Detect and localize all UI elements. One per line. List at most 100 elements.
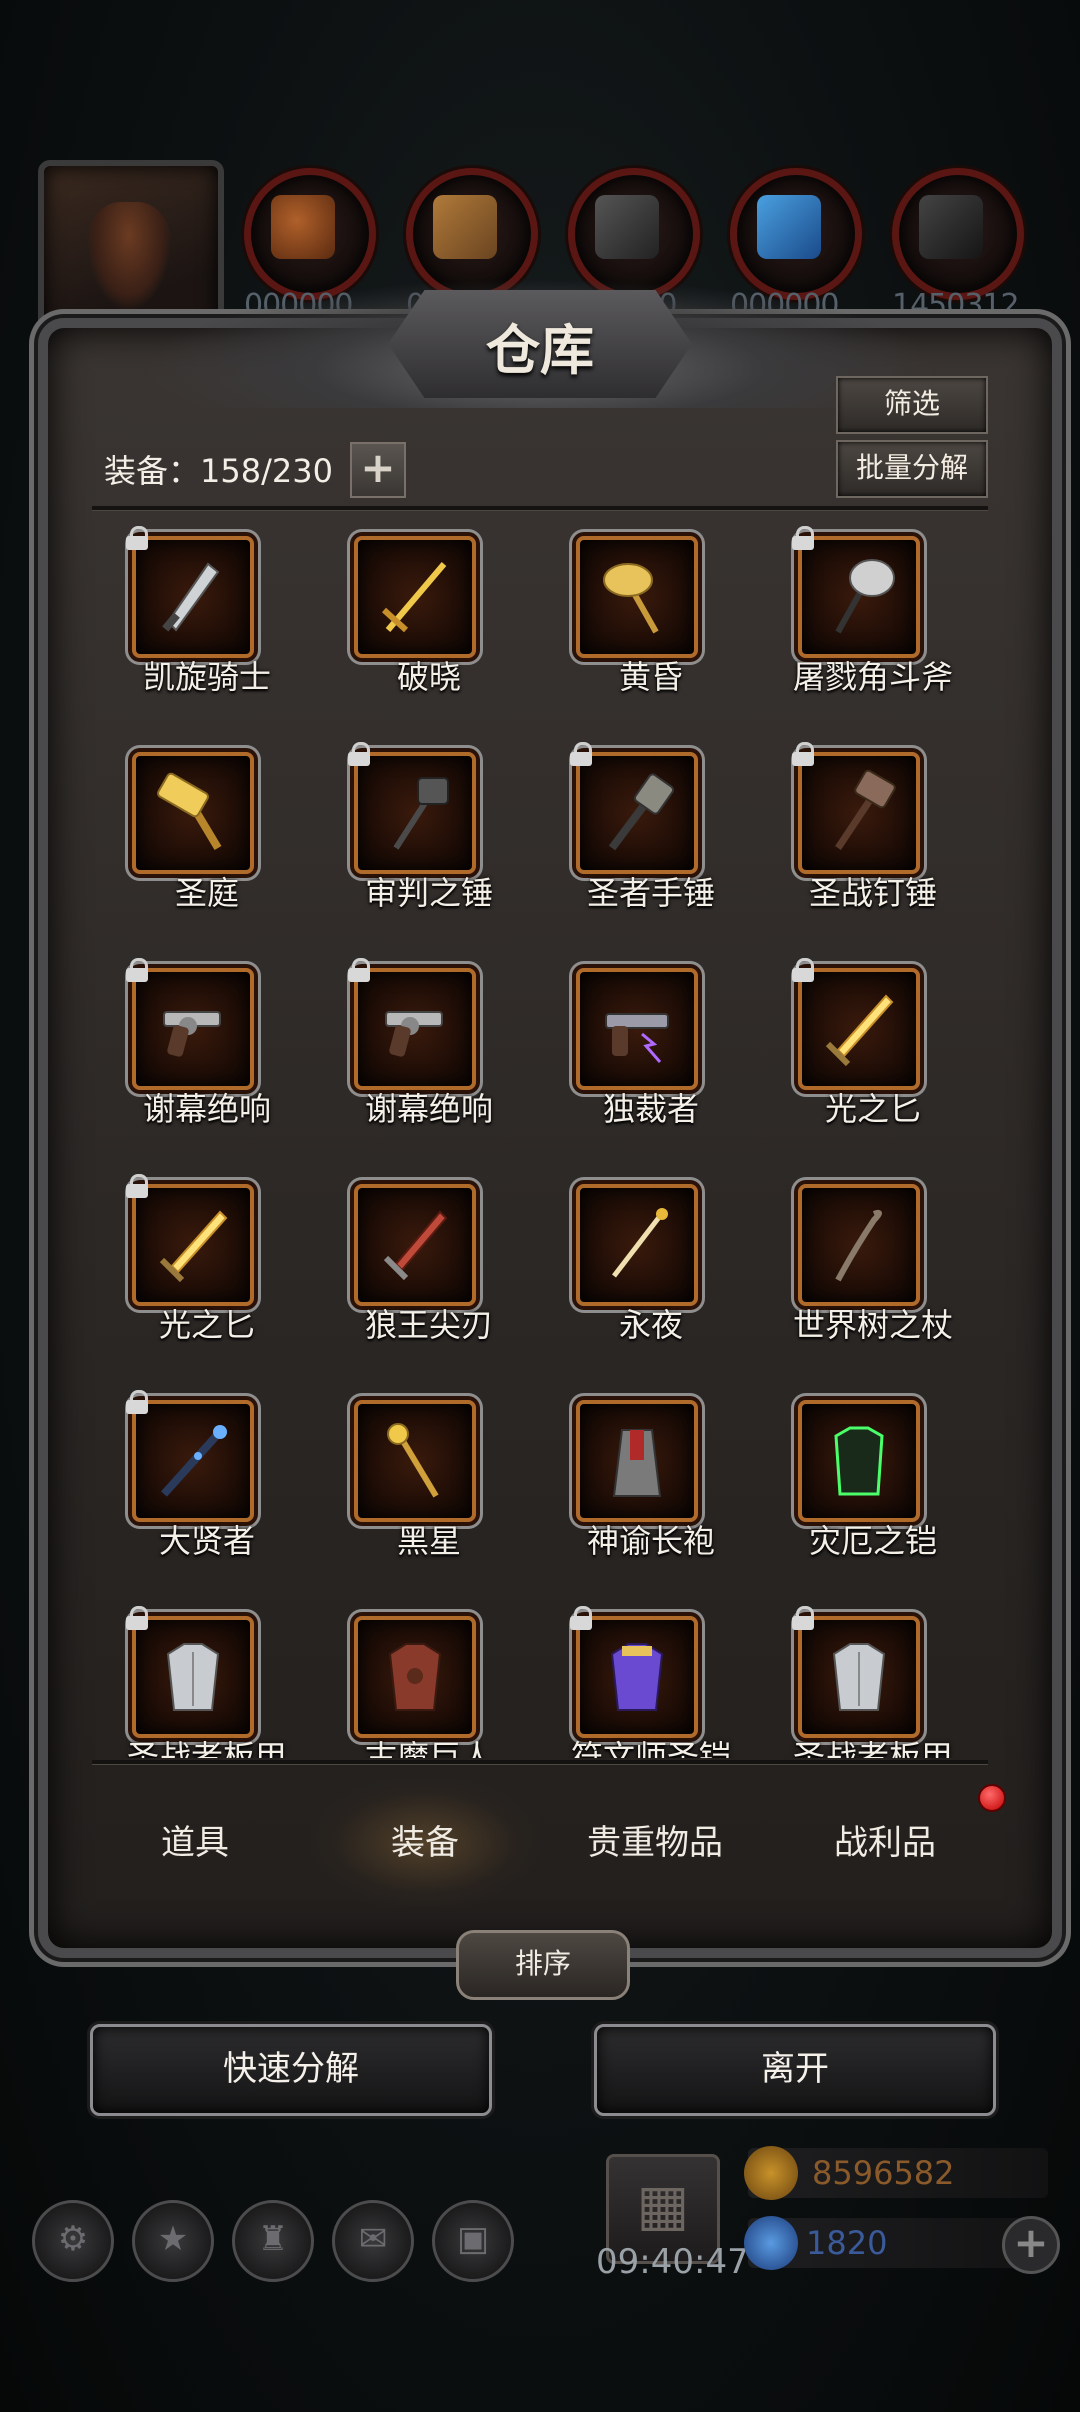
lock-icon: [126, 1390, 148, 1414]
equipment-item[interactable]: 神谕长袍: [540, 1382, 762, 1598]
item-name: 审判之锤: [364, 874, 493, 912]
tab-1[interactable]: 装备: [310, 1778, 540, 1908]
purple-armor-icon: [580, 1620, 694, 1734]
red-dagger-icon: [358, 1188, 472, 1302]
revolver-icon: [358, 972, 472, 1086]
equipment-item[interactable]: 符文师圣铠: [540, 1598, 762, 1758]
golden-sword-icon: [358, 540, 472, 654]
item-slot[interactable]: [798, 968, 920, 1090]
lock-icon: [126, 526, 148, 550]
item-slot[interactable]: [354, 1616, 476, 1738]
lock-icon: [126, 1606, 148, 1630]
lock-icon: [792, 742, 814, 766]
equipment-item[interactable]: 圣战者板甲: [762, 1598, 984, 1758]
item-name: 符文师圣铠: [570, 1738, 731, 1758]
sort-button[interactable]: 排序: [456, 1930, 630, 2000]
gold-amount: 8596582: [812, 2154, 955, 2192]
tab-3[interactable]: 战利品: [770, 1778, 1000, 1908]
item-slot[interactable]: [576, 752, 698, 874]
dark-hammer-icon: [358, 756, 472, 870]
equipment-item[interactable]: 黑星: [318, 1382, 540, 1598]
item-slot[interactable]: [132, 1616, 254, 1738]
item-name: 圣战者板甲: [792, 1738, 953, 1758]
item-name: 大贤者: [158, 1522, 255, 1560]
item-slot[interactable]: [132, 536, 254, 658]
quick-salvage-button[interactable]: 快速分解: [90, 2024, 492, 2116]
banner-icon[interactable]: ♜: [232, 2200, 314, 2282]
item-slot[interactable]: [798, 1400, 920, 1522]
battle-axe-icon: [802, 540, 916, 654]
item-slot[interactable]: [132, 1184, 254, 1306]
equipment-item[interactable]: 破晓: [318, 518, 540, 734]
equipment-item[interactable]: 古魔巨人: [318, 1598, 540, 1758]
equipment-item[interactable]: 谢幕绝响: [96, 950, 318, 1166]
item-name: 永夜: [618, 1306, 683, 1344]
equipment-item[interactable]: 世界树之杖: [762, 1166, 984, 1382]
lock-icon: [126, 1174, 148, 1198]
item-slot[interactable]: [354, 536, 476, 658]
tab-2[interactable]: 贵重物品: [540, 1778, 770, 1908]
equipment-item[interactable]: 圣战钉锤: [762, 734, 984, 950]
star-icon[interactable]: ★: [132, 2200, 214, 2282]
blue-wand-icon: [136, 1404, 250, 1518]
plate-armor-icon: [802, 1620, 916, 1734]
item-slot[interactable]: [576, 968, 698, 1090]
item-name: 圣战钉锤: [808, 874, 937, 912]
tab-0[interactable]: 道具: [80, 1778, 310, 1908]
item-slot[interactable]: [576, 1616, 698, 1738]
greatsword-icon: [136, 540, 250, 654]
item-slot[interactable]: [132, 968, 254, 1090]
batch-salvage-button[interactable]: 批量分解: [836, 440, 988, 498]
grid-top-divider: [92, 506, 988, 510]
equipment-item[interactable]: 狼王尖刃: [318, 1166, 540, 1382]
equipment-item[interactable]: 光之匕: [762, 950, 984, 1166]
item-slot[interactable]: [132, 752, 254, 874]
robe-icon: [580, 1404, 694, 1518]
leave-button[interactable]: 离开: [594, 2024, 996, 2116]
equipment-item[interactable]: 屠戮角斗斧: [762, 518, 984, 734]
item-slot[interactable]: [354, 1400, 476, 1522]
equipment-item[interactable]: 圣战者板甲: [96, 1598, 318, 1758]
settings-icon[interactable]: ⚙: [32, 2200, 114, 2282]
equipment-item[interactable]: 永夜: [540, 1166, 762, 1382]
filter-button[interactable]: 筛选: [836, 376, 988, 434]
equipment-item[interactable]: 审判之锤: [318, 734, 540, 950]
add-gems-button[interactable]: +: [1002, 2216, 1060, 2274]
equipment-item[interactable]: 大贤者: [96, 1382, 318, 1598]
item-name: 圣庭: [174, 874, 239, 912]
box-icon[interactable]: ▣: [432, 2200, 514, 2282]
item-slot[interactable]: [798, 1184, 920, 1306]
item-slot[interactable]: [354, 1184, 476, 1306]
item-name: 圣战者板甲: [126, 1738, 287, 1758]
item-slot[interactable]: [798, 536, 920, 658]
equipment-item[interactable]: 独裁者: [540, 950, 762, 1166]
item-name: 神谕长袍: [586, 1522, 715, 1560]
notification-dot: [978, 1784, 1006, 1812]
item-slot[interactable]: [576, 1184, 698, 1306]
equipment-item[interactable]: 黄昏: [540, 518, 762, 734]
item-slot[interactable]: [798, 1616, 920, 1738]
equipment-item[interactable]: 圣者手锤: [540, 734, 762, 950]
red-armor-icon: [358, 1620, 472, 1734]
lock-icon: [792, 958, 814, 982]
grid-bottom-divider: [92, 1760, 988, 1764]
item-slot[interactable]: [798, 752, 920, 874]
item-name: 破晓: [396, 658, 461, 696]
gem-icon: [744, 2216, 798, 2270]
equipment-item[interactable]: 谢幕绝响: [318, 950, 540, 1166]
lock-icon: [792, 526, 814, 550]
equipment-item[interactable]: 凯旋骑士: [96, 518, 318, 734]
equipment-item[interactable]: 光之匕: [96, 1166, 318, 1382]
item-slot[interactable]: [576, 1400, 698, 1522]
mail-icon[interactable]: ✉: [332, 2200, 414, 2282]
item-name: 屠戮角斗斧: [792, 658, 953, 696]
equipment-item[interactable]: 圣庭: [96, 734, 318, 950]
expand-capacity-button[interactable]: +: [350, 442, 406, 498]
item-slot[interactable]: [354, 968, 476, 1090]
equipment-item[interactable]: 灾厄之铠: [762, 1382, 984, 1598]
item-slot[interactable]: [132, 1400, 254, 1522]
plus-icon: +: [1013, 2218, 1049, 2267]
light-dagger-icon: [136, 1188, 250, 1302]
item-slot[interactable]: [354, 752, 476, 874]
item-slot[interactable]: [576, 536, 698, 658]
